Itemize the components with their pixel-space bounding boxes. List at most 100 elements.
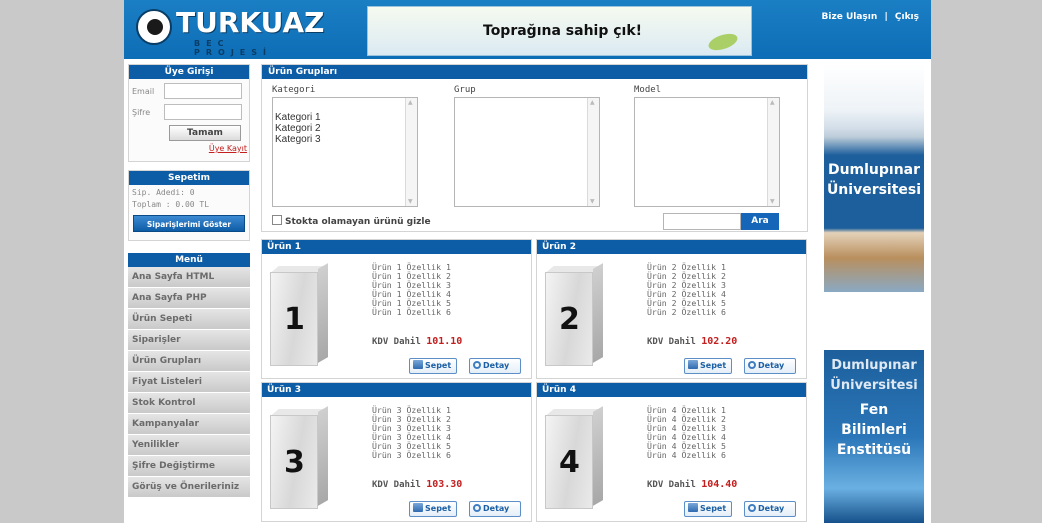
product-features: Ürün 2 Özellik 1 Ürün 2 Özellik 2 Ürün 2… [647, 263, 726, 317]
ad2-line: Dumlupınar [831, 358, 917, 373]
detail-button[interactable]: Detay [469, 501, 521, 517]
ad2-line: Enstitüsü [836, 442, 912, 458]
product-box-number: 3 [284, 445, 305, 480]
menu-item-urun-sepeti[interactable]: Ürün Sepeti [128, 309, 250, 330]
password-field[interactable] [164, 104, 242, 120]
logout-link[interactable]: Çıkış [895, 12, 919, 22]
menu-item-siparisler[interactable]: Siparişler [128, 330, 250, 351]
kdv-label: KDV Dahil [647, 337, 696, 347]
menu-box: Menü Ana Sayfa HTML Ana Sayfa PHP Ürün S… [128, 253, 250, 498]
login-submit-button[interactable]: Tamam [169, 125, 241, 141]
add-to-cart-button[interactable]: Sepet [409, 501, 457, 517]
product-price: 103.30 [426, 479, 463, 490]
cart-box: Sepetim Sip. Adedi: 0 Toplam : 0.00 TL S… [128, 170, 250, 241]
login-title: Üye Girişi [129, 65, 249, 79]
kategori-label: Kategori [272, 85, 316, 95]
product-title: Ürün 3 [262, 383, 531, 397]
kategori-listbox[interactable]: Kategori 1 Kategori 2 Kategori 3 [272, 97, 418, 207]
detail-button-label: Detay [758, 361, 785, 370]
product-box-image: 2 [544, 262, 603, 366]
email-field[interactable] [164, 83, 242, 99]
cart-button-label: Sepet [700, 504, 727, 513]
grup-listbox[interactable] [454, 97, 600, 207]
menu-item-fiyat-listeleri[interactable]: Fiyat Listeleri [128, 372, 250, 393]
search-button[interactable]: Ara [741, 213, 779, 230]
grup-label: Grup [454, 85, 476, 95]
product-card-3: Ürün 3 3 Ürün 3 Özellik 1 Ürün 3 Özellik… [261, 382, 532, 522]
ad1-line: Dumlupınar [827, 162, 921, 178]
institute-ad-banner[interactable]: Dumlupınar Üniversitesi Fen Bilimleri En… [824, 350, 924, 523]
product-title: Ürün 4 [537, 383, 806, 397]
login-box: Üye Girişi Email Şifre Tamam Üye Kayıt [128, 64, 250, 162]
hide-out-of-stock-checkbox[interactable] [272, 215, 282, 225]
detail-button[interactable]: Detay [744, 501, 796, 517]
kategori-option[interactable]: Kategori 1 [273, 112, 417, 123]
contact-link[interactable]: Bize Ulaşın [822, 12, 878, 22]
product-features: Ürün 1 Özellik 1 Ürün 1 Özellik 2 Ürün 1… [372, 263, 451, 317]
menu-item-kampanyalar[interactable]: Kampanyalar [128, 414, 250, 435]
detail-button[interactable]: Detay [469, 358, 521, 374]
model-scrollbar[interactable] [767, 98, 779, 206]
ad2-line: Üniversitesi [830, 378, 918, 393]
cart-icon [413, 503, 423, 512]
product-box-number: 1 [284, 302, 305, 337]
email-row: Email [129, 82, 249, 100]
menu-item-sifre-degistirme[interactable]: Şifre Değiştirme [128, 456, 250, 477]
register-link[interactable]: Üye Kayıt [129, 141, 249, 161]
ad2-line: Bilimleri [841, 422, 907, 438]
logo-emblem-icon [136, 9, 172, 45]
show-orders-button[interactable]: Siparişlerimi Göster [133, 215, 245, 232]
product-groups-panel: Ürün Grupları Kategori Grup Model Katego… [261, 64, 808, 232]
product-features: Ürün 4 Özellik 1 Ürün 4 Özellik 2 Ürün 4… [647, 406, 726, 460]
price-row: KDV Dahil 104.40 [647, 479, 737, 490]
feature-line: Ürün 2 Özellik 6 [647, 307, 726, 317]
header: TURKUAZ BEC PROJESİ Toprağına sahip çık!… [124, 0, 931, 59]
ad1-line: Üniversitesi [826, 182, 922, 198]
product-card-1: Ürün 1 1 Ürün 1 Özellik 1 Ürün 1 Özellik… [261, 239, 532, 379]
site-logo[interactable]: TURKUAZ BEC PROJESİ [136, 6, 324, 57]
search-input[interactable] [663, 213, 741, 230]
grup-scrollbar[interactable] [587, 98, 599, 206]
cart-title: Sepetim [129, 171, 249, 185]
ad2-text: Dumlupınar Üniversitesi Fen Bilimleri En… [824, 356, 924, 460]
kategori-scrollbar[interactable] [405, 98, 417, 206]
cart-button-label: Sepet [700, 361, 727, 370]
add-to-cart-button[interactable]: Sepet [684, 501, 732, 517]
product-card-2: Ürün 2 2 Ürün 2 Özellik 1 Ürün 2 Özellik… [536, 239, 807, 379]
kategori-option[interactable]: Kategori 2 [273, 123, 417, 134]
feature-line: Ürün 1 Özellik 6 [372, 307, 451, 317]
model-listbox[interactable] [634, 97, 780, 207]
detail-button-label: Detay [483, 504, 510, 513]
menu-item-stok-kontrol[interactable]: Stok Kontrol [128, 393, 250, 414]
menu-item-ana-sayfa-php[interactable]: Ana Sayfa PHP [128, 288, 250, 309]
kdv-label: KDV Dahil [647, 480, 696, 490]
leaf-icon [706, 30, 740, 54]
cart-icon [413, 360, 423, 369]
product-price: 101.10 [426, 336, 463, 347]
detail-button-label: Detay [758, 504, 785, 513]
menu-item-urun-gruplari[interactable]: Ürün Grupları [128, 351, 250, 372]
detail-button[interactable]: Detay [744, 358, 796, 374]
product-box-image: 1 [269, 262, 328, 366]
add-to-cart-button[interactable]: Sepet [684, 358, 732, 374]
add-to-cart-button[interactable]: Sepet [409, 358, 457, 374]
university-ad-banner[interactable]: Dumlupınar Üniversitesi [824, 64, 924, 292]
menu-item-ana-sayfa-html[interactable]: Ana Sayfa HTML [128, 267, 250, 288]
menu-item-gorus-oneriler[interactable]: Görüş ve Önerileriniz [128, 477, 250, 498]
cart-count: Sip. Adedi: 0 [132, 188, 195, 197]
detail-button-label: Detay [483, 361, 510, 370]
product-features: Ürün 3 Özellik 1 Ürün 3 Özellik 2 Ürün 3… [372, 406, 451, 460]
left-column: Üye Girişi Email Şifre Tamam Üye Kayıt S… [128, 64, 250, 506]
price-row: KDV Dahil 102.20 [647, 336, 737, 347]
menu-item-yenilikler[interactable]: Yenilikler [128, 435, 250, 456]
price-row: KDV Dahil 103.30 [372, 479, 462, 490]
product-price: 102.20 [701, 336, 738, 347]
logo-title: TURKUAZ [176, 6, 325, 39]
email-label: Email [132, 87, 155, 96]
logo-subtitle: BEC PROJESİ [194, 39, 273, 57]
kategori-option[interactable]: Kategori 3 [273, 134, 417, 145]
cart-icon [688, 360, 698, 369]
feature-line: Ürün 3 Özellik 6 [372, 450, 451, 460]
product-price: 104.40 [701, 479, 738, 490]
magnifier-icon [473, 504, 481, 512]
